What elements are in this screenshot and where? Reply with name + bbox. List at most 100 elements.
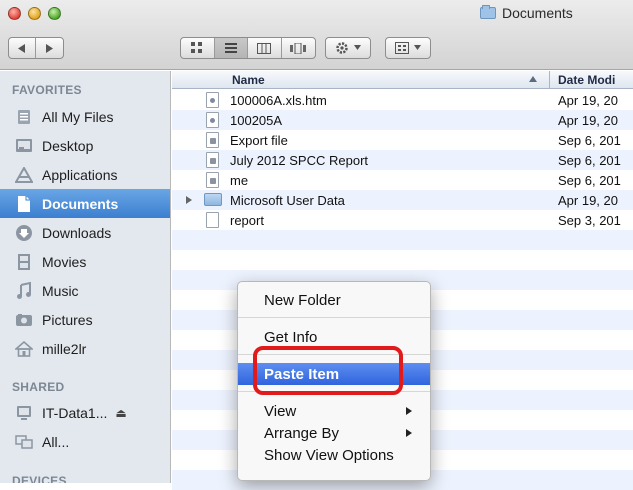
table-row[interactable]: me Sep 6, 201 xyxy=(172,170,633,190)
sidebar-item-label: Movies xyxy=(42,253,87,270)
sidebar-item-applications[interactable]: Applications xyxy=(0,160,170,189)
word-document-icon xyxy=(206,152,219,168)
movies-icon xyxy=(14,253,34,271)
table-row[interactable]: Microsoft User Data Apr 19, 20 xyxy=(172,190,633,210)
web-document-icon xyxy=(206,112,219,128)
desktop-icon xyxy=(14,137,34,155)
documents-icon xyxy=(14,195,34,213)
sidebar-item-label: Documents xyxy=(42,195,119,212)
pictures-icon xyxy=(14,311,34,329)
menu-item-arrange-by[interactable]: Arrange By xyxy=(238,422,430,444)
close-window-button[interactable] xyxy=(8,7,21,20)
column-header-name[interactable]: Name xyxy=(232,73,265,87)
arrange-grid-icon xyxy=(394,42,409,54)
list-view-icon xyxy=(224,42,237,53)
sidebar-item-desktop[interactable]: Desktop xyxy=(0,131,170,160)
minimize-window-button[interactable] xyxy=(28,7,41,20)
sidebar-item-documents[interactable]: Documents xyxy=(0,189,170,218)
favorites-header: FAVORITES xyxy=(12,83,82,97)
sidebar-item-movies[interactable]: Movies xyxy=(0,247,170,276)
file-name: 100205A xyxy=(230,113,283,128)
sidebar-item-home[interactable]: mille2lr xyxy=(0,334,170,363)
home-icon xyxy=(14,340,34,358)
arrange-menu-button[interactable] xyxy=(385,37,431,59)
menu-item-label: Arrange By xyxy=(264,424,340,442)
devices-header: DEVICES xyxy=(12,474,67,483)
table-row[interactable]: 100205A Apr 19, 20 xyxy=(172,110,633,130)
sidebar-item-label: Desktop xyxy=(42,137,94,154)
shared-header: SHARED xyxy=(12,380,65,394)
submenu-arrow-icon xyxy=(406,407,412,415)
table-row[interactable]: 100006A.xls.htm Apr 19, 20 xyxy=(172,90,633,110)
column-divider[interactable] xyxy=(549,71,550,89)
sidebar: FAVORITES All My Files Desktop Applicati… xyxy=(0,71,171,483)
table-row[interactable]: Export file Sep 6, 201 xyxy=(172,130,633,150)
sidebar-item-it-data[interactable]: IT-Data1... ⏏ xyxy=(0,398,170,427)
sidebar-item-label: All... xyxy=(42,433,70,450)
file-date: Sep 6, 201 xyxy=(558,153,621,168)
sidebar-item-label: mille2lr xyxy=(42,340,87,357)
sidebar-item-all-network[interactable]: All... xyxy=(0,427,170,456)
menu-item-label: View xyxy=(264,402,297,420)
chevron-right-icon xyxy=(45,43,53,53)
table-row[interactable]: July 2012 SPCC Report Sep 6, 201 xyxy=(172,150,633,170)
word-document-icon xyxy=(206,172,219,188)
file-date: Apr 19, 20 xyxy=(558,113,618,128)
back-forward-control xyxy=(8,37,64,59)
sidebar-item-label: IT-Data1... xyxy=(42,404,108,421)
sort-ascending-icon xyxy=(529,76,537,82)
file-date: Apr 19, 20 xyxy=(558,93,618,108)
zoom-window-button[interactable] xyxy=(48,7,61,20)
file-date: Apr 19, 20 xyxy=(558,193,618,208)
server-icon xyxy=(14,404,34,422)
sidebar-item-downloads[interactable]: Downloads xyxy=(0,218,170,247)
empty-row xyxy=(172,230,633,250)
menu-item-show-view-options[interactable]: Show View Options xyxy=(238,444,430,466)
forward-button[interactable] xyxy=(36,38,63,58)
sidebar-item-label: All My Files xyxy=(42,108,114,125)
word-document-icon xyxy=(206,132,219,148)
music-icon xyxy=(14,281,34,300)
icon-view-button[interactable] xyxy=(181,38,215,58)
highlight-callout xyxy=(253,346,403,395)
sidebar-item-all-my-files[interactable]: All My Files xyxy=(0,102,170,131)
file-date: Sep 6, 201 xyxy=(558,173,621,188)
sidebar-item-label: Music xyxy=(42,282,79,299)
downloads-icon xyxy=(14,224,34,242)
file-name: Export file xyxy=(230,133,288,148)
plain-document-icon xyxy=(206,212,219,228)
column-header-date-modified[interactable]: Date Modi xyxy=(558,73,615,87)
list-view-button[interactable] xyxy=(214,38,248,58)
folder-icon xyxy=(480,5,496,19)
cover-flow-button[interactable] xyxy=(282,38,315,58)
sidebar-item-label: Downloads xyxy=(42,224,112,241)
table-row[interactable]: report Sep 3, 201 xyxy=(172,210,633,230)
cover-flow-icon xyxy=(290,42,307,54)
menu-item-new-folder[interactable]: New Folder xyxy=(238,289,430,311)
chevron-down-icon xyxy=(353,45,361,50)
column-view-icon xyxy=(257,42,272,54)
sidebar-item-music[interactable]: Music xyxy=(0,276,170,305)
sidebar-item-pictures[interactable]: Pictures xyxy=(0,305,170,334)
sidebar-item-label: Pictures xyxy=(42,311,93,328)
eject-icon[interactable]: ⏏ xyxy=(115,406,126,420)
network-icon xyxy=(14,433,34,451)
column-view-button[interactable] xyxy=(248,38,282,58)
menu-item-view[interactable]: View xyxy=(238,400,430,422)
back-button[interactable] xyxy=(9,38,37,58)
disclosure-triangle-icon[interactable] xyxy=(186,196,192,204)
action-menu-button[interactable] xyxy=(325,37,371,59)
empty-row xyxy=(172,250,633,270)
all-files-icon xyxy=(14,108,34,126)
menu-separator xyxy=(238,317,430,318)
chevron-left-icon xyxy=(18,43,25,53)
file-name: Microsoft User Data xyxy=(230,193,345,208)
submenu-arrow-icon xyxy=(406,429,412,437)
window-title: Documents xyxy=(480,5,573,21)
window-toolbar: Documents xyxy=(0,0,633,70)
sidebar-item-label: Applications xyxy=(42,166,118,183)
file-name: report xyxy=(230,213,264,228)
applications-icon xyxy=(14,166,34,184)
icon-view-icon xyxy=(191,42,203,53)
menu-item-get-info[interactable]: Get Info xyxy=(238,326,430,348)
